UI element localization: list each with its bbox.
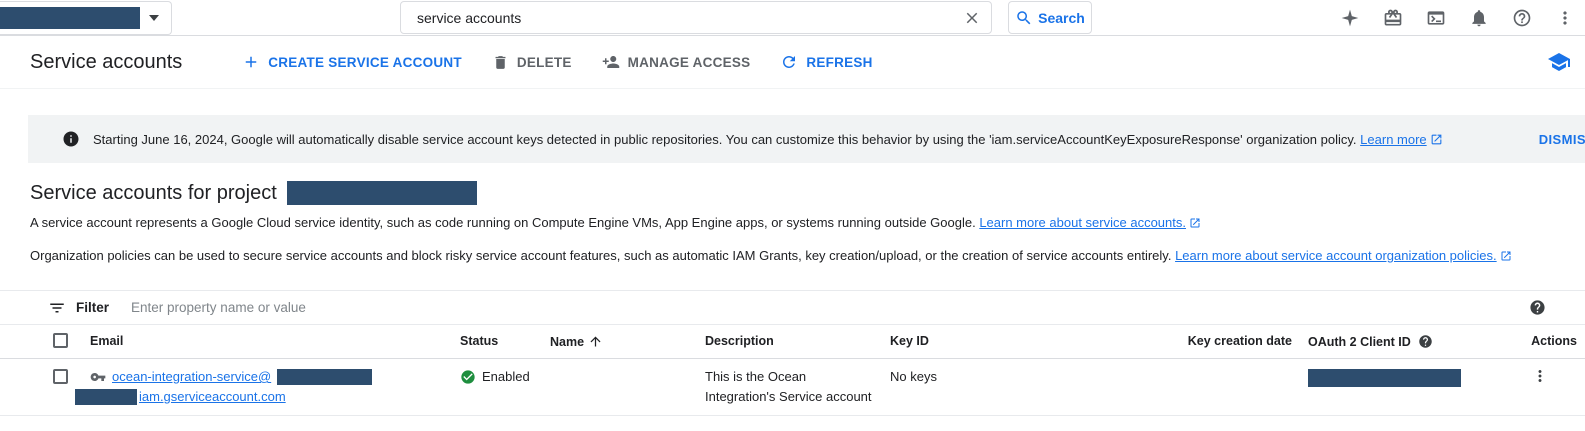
project-selector[interactable] xyxy=(0,1,172,35)
learn-more-service-accounts-link[interactable]: Learn more about service accounts. xyxy=(979,215,1186,230)
clear-search-icon[interactable] xyxy=(963,9,981,27)
description-cell: This is the Ocean Integration's Service … xyxy=(697,359,882,415)
actions-cell xyxy=(1495,359,1585,393)
refresh-icon xyxy=(780,53,798,71)
oauth-help-icon[interactable] xyxy=(1418,334,1433,349)
column-header-key-creation-date[interactable]: Key creation date xyxy=(1160,325,1300,357)
service-accounts-table: Filter Email Status Name Description Key… xyxy=(0,290,1585,416)
filter-icon xyxy=(48,299,66,317)
toolbar-actions: CREATE SERVICE ACCOUNT DELETE MANAGE ACC… xyxy=(242,53,872,71)
key-id-cell: No keys xyxy=(882,359,1160,395)
status-cell: Enabled xyxy=(452,359,542,395)
status-text: Enabled xyxy=(482,367,530,387)
select-all-checkbox[interactable] xyxy=(53,333,68,348)
notification-banner: Starting June 16, 2024, Google will auto… xyxy=(28,115,1585,163)
dismiss-button[interactable]: DISMISS xyxy=(1527,122,1585,157)
column-header-oauth-client-id[interactable]: OAuth 2 Client ID xyxy=(1300,325,1495,358)
column-header-name-label: Name xyxy=(550,335,584,349)
global-search-box[interactable] xyxy=(400,1,992,34)
banner-learn-more-link[interactable]: Learn more xyxy=(1360,132,1426,147)
search-icon xyxy=(1015,9,1033,27)
gift-icon[interactable] xyxy=(1383,8,1403,28)
banner-text: Starting June 16, 2024, Google will auto… xyxy=(93,132,1357,147)
redacted-email-project-2 xyxy=(75,389,137,405)
create-service-account-button[interactable]: CREATE SERVICE ACCOUNT xyxy=(242,53,462,71)
external-link-icon xyxy=(1430,133,1443,146)
email-line-2: iam.gserviceaccount.com xyxy=(75,387,444,407)
header-checkbox-cell xyxy=(28,325,82,348)
key-creation-date-cell xyxy=(1160,359,1300,375)
table-header-row: Email Status Name Description Key ID Key… xyxy=(0,325,1585,359)
redacted-project-selector xyxy=(0,7,140,29)
filter-bar[interactable]: Filter xyxy=(0,291,1585,325)
email-link-user[interactable]: ocean-integration-service@ xyxy=(112,367,271,387)
search-button[interactable]: Search xyxy=(1008,1,1092,34)
row-checkbox-cell xyxy=(28,359,82,384)
search-button-label: Search xyxy=(1038,10,1085,26)
section-heading-text: Service accounts for project xyxy=(30,182,277,205)
refresh-label: REFRESH xyxy=(806,55,872,70)
intro-text: A service account represents a Google Cl… xyxy=(30,215,976,230)
table-row[interactable]: ocean-integration-service@ iam.gservicea… xyxy=(0,359,1585,416)
column-header-description[interactable]: Description xyxy=(697,325,882,357)
banner-message: Starting June 16, 2024, Google will auto… xyxy=(93,132,1443,147)
caret-down-icon xyxy=(149,15,159,21)
plus-icon xyxy=(242,53,260,71)
delete-button[interactable]: DELETE xyxy=(492,54,572,71)
row-checkbox[interactable] xyxy=(53,369,68,384)
external-link-icon xyxy=(1500,250,1512,262)
sort-ascending-icon xyxy=(588,334,603,349)
help-icon[interactable] xyxy=(1512,8,1532,28)
gemini-icon[interactable] xyxy=(1340,8,1360,28)
oauth-client-id-cell xyxy=(1300,359,1495,395)
learning-panel-icon[interactable] xyxy=(1547,50,1571,74)
redacted-project-name xyxy=(287,181,477,205)
create-service-account-label: CREATE SERVICE ACCOUNT xyxy=(268,55,462,70)
section-heading: Service accounts for project xyxy=(30,181,1585,205)
filter-label: Filter xyxy=(76,300,109,315)
page-title: Service accounts xyxy=(30,51,182,74)
filter-input[interactable] xyxy=(131,300,1519,315)
refresh-button[interactable]: REFRESH xyxy=(780,53,872,71)
email-cell: ocean-integration-service@ iam.gservicea… xyxy=(82,359,452,415)
more-vert-icon[interactable] xyxy=(1555,8,1575,28)
intro-paragraph: A service account represents a Google Cl… xyxy=(30,214,1585,231)
column-header-name[interactable]: Name xyxy=(542,325,697,358)
delete-icon xyxy=(492,54,509,71)
external-link-icon xyxy=(1189,217,1201,229)
filter-help-icon[interactable] xyxy=(1529,299,1546,316)
topbar-icon-group xyxy=(1340,0,1575,36)
top-bar: Search xyxy=(0,0,1585,36)
delete-label: DELETE xyxy=(517,55,572,70)
status-enabled-icon xyxy=(460,369,476,385)
cloud-shell-icon[interactable] xyxy=(1426,8,1446,28)
redacted-email-project xyxy=(277,369,372,385)
column-header-status[interactable]: Status xyxy=(452,325,542,357)
learn-more-org-policies-link[interactable]: Learn more about service account organiz… xyxy=(1175,248,1497,263)
email-link-domain[interactable]: iam.gserviceaccount.com xyxy=(139,387,286,407)
search-input[interactable] xyxy=(417,10,963,26)
column-header-oauth-label: OAuth 2 Client ID xyxy=(1308,335,1411,349)
service-account-key-icon xyxy=(90,369,106,385)
name-cell xyxy=(542,359,697,375)
notifications-icon[interactable] xyxy=(1469,8,1489,28)
column-header-key-id[interactable]: Key ID xyxy=(882,325,1160,357)
person-add-icon xyxy=(602,53,620,71)
column-header-email[interactable]: Email xyxy=(82,325,452,357)
policy-paragraph: Organization policies can be used to sec… xyxy=(30,247,1585,264)
redacted-oauth-client-id xyxy=(1308,369,1461,387)
email-line-1: ocean-integration-service@ xyxy=(90,367,444,387)
manage-access-button[interactable]: MANAGE ACCESS xyxy=(602,53,751,71)
row-actions-icon[interactable] xyxy=(1531,367,1549,385)
info-icon xyxy=(62,130,80,148)
manage-access-label: MANAGE ACCESS xyxy=(628,55,751,70)
column-header-actions: Actions xyxy=(1495,325,1585,357)
action-toolbar: Service accounts CREATE SERVICE ACCOUNT … xyxy=(0,36,1585,88)
policy-text: Organization policies can be used to sec… xyxy=(30,248,1171,263)
